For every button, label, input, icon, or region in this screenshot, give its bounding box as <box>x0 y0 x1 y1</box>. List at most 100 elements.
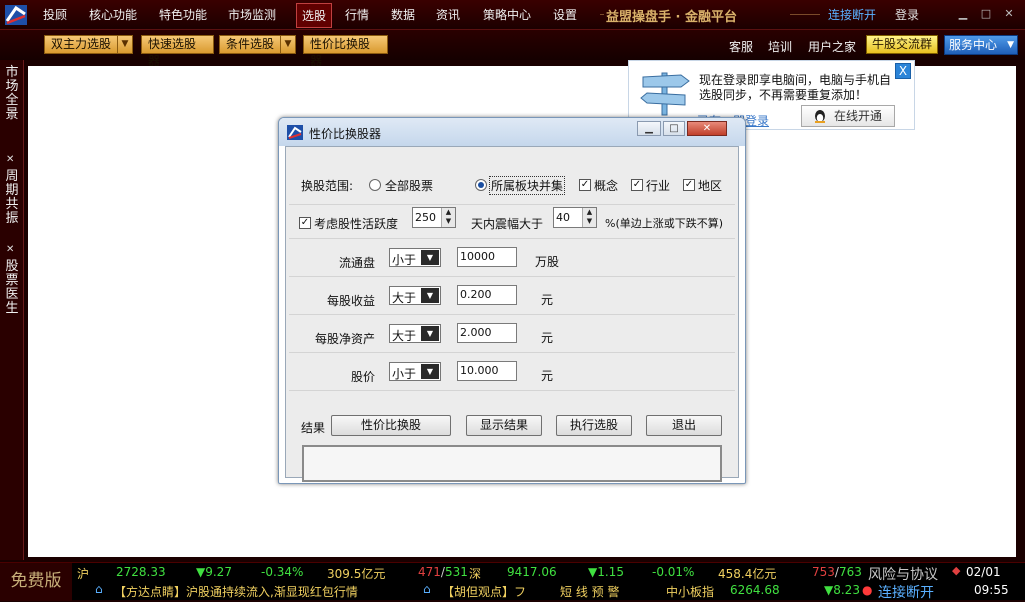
dialog-titlebar[interactable]: 性价比换股器 ▁ □ ✕ <box>279 118 745 146</box>
condition-operator-select[interactable]: 小于 ▼ <box>389 248 441 267</box>
price-ratio-dialog: 性价比换股器 ▁ □ ✕ 换股范围: 全部股票 所属板块并集 ✓ 概念 ✓ 行业… <box>278 117 746 484</box>
price-ratio-button[interactable]: 性价比换股 <box>331 415 451 436</box>
maximize-icon[interactable]: □ <box>663 121 685 136</box>
brand-divider-left <box>600 14 604 15</box>
tab-cycle-resonance[interactable]: 周期共振 <box>2 170 22 232</box>
user-home-link[interactable]: 用户之家 <box>808 38 856 55</box>
condition-operator-select[interactable]: 小于 ▼ <box>389 362 441 381</box>
menu-item-quotes[interactable]: 行情 <box>345 6 369 23</box>
status-time: 09:55 <box>974 583 1009 597</box>
quick-select-button[interactable]: 快速选股器 <box>141 35 214 68</box>
news-ticker-2[interactable]: 【胡但观点】フ <box>442 583 526 600</box>
all-stocks-label[interactable]: 全部股票 <box>385 177 433 194</box>
service-link[interactable]: 客服 <box>729 38 753 55</box>
concept-label[interactable]: 概念 <box>594 177 618 194</box>
maximize-icon[interactable]: □ <box>980 8 992 20</box>
sh-percent: -0.34% <box>261 565 304 579</box>
sh-label: 沪 <box>77 567 90 581</box>
tab-market-panorama[interactable]: 市场全景 <box>2 66 22 128</box>
menu-item-core[interactable]: 核心功能 <box>89 6 137 23</box>
sh-breadth: 471/531 <box>418 565 468 579</box>
chevron-down-icon[interactable]: ▼ <box>421 364 439 379</box>
close-icon[interactable]: ✕ <box>687 121 727 136</box>
app-logo-icon <box>5 5 27 25</box>
execute-select-button[interactable]: 执行选股 <box>556 415 632 436</box>
minimize-icon[interactable]: ▁ <box>957 8 969 20</box>
menu-item-strategy[interactable]: 策略中心 <box>483 6 531 23</box>
activity-days-stepper[interactable]: 250 ▲ ▼ <box>412 207 456 228</box>
condition-label: 每股收益 <box>327 294 376 308</box>
home-icon[interactable]: ⌂ <box>423 582 431 596</box>
industry-label[interactable]: 行业 <box>646 177 670 194</box>
short-term-alert[interactable]: 短 线 预 警 <box>560 583 619 600</box>
consider-activity-label[interactable]: 考虑股性活跃度 <box>314 215 398 232</box>
result-display[interactable] <box>302 445 722 482</box>
amplitude-stepper[interactable]: 40 ▲ ▼ <box>553 207 597 228</box>
service-center-button[interactable]: 服务中心 ▼ <box>944 35 1018 55</box>
sz-change: ▼1.15 <box>588 565 624 579</box>
condition-select-button[interactable]: 条件选股 <box>219 35 281 54</box>
service-center-label: 服务中心 <box>949 38 998 52</box>
menu-item-tougu[interactable]: 投顾 <box>43 6 67 23</box>
app-logo-icon <box>287 125 303 140</box>
chevron-down-icon[interactable]: ▼ <box>421 288 439 303</box>
region-label[interactable]: 地区 <box>698 177 722 194</box>
condition-value-input[interactable]: 10.000 <box>457 361 517 381</box>
news-ticker-1[interactable]: 【方达点睛】沪股通持续流入,渐显现红包行情 <box>114 583 358 600</box>
stepper-arrows-icon[interactable]: ▲ ▼ <box>441 208 455 227</box>
menu-item-data[interactable]: 数据 <box>391 6 415 23</box>
menu-item-feature[interactable]: 特色功能 <box>159 6 207 23</box>
condition-row-eps: 每股收益 大于 ▼ 0.200 元 <box>289 277 735 315</box>
sz-up-count: 753 <box>812 565 835 579</box>
status-bar: 免费版 沪 2728.33 ▼9.27 -0.34% 309.5亿元 471/5… <box>0 562 1025 602</box>
industry-checkbox[interactable]: ✓ <box>631 179 643 191</box>
stock-group-button[interactable]: 牛股交流群 <box>866 35 939 54</box>
amplitude-note: %(单边上涨或下跌不算) <box>605 217 724 230</box>
condition-select-dropdown-icon[interactable]: ▼ <box>280 35 296 54</box>
left-sidebar: 市场全景 ✕ 周期共振 ✕ 股票医生 <box>0 60 24 560</box>
operator-value: 大于 <box>392 291 417 305</box>
connection-status[interactable]: 连接断开 <box>828 6 876 23</box>
free-version-badge[interactable]: 免费版 <box>0 563 72 601</box>
online-open-button[interactable]: 在线开通 <box>801 105 895 127</box>
chevron-down-icon[interactable]: ▼ <box>421 250 439 265</box>
close-icon[interactable]: ✕ <box>1003 8 1015 20</box>
menu-item-settings[interactable]: 设置 <box>553 6 577 23</box>
minimize-icon[interactable]: ▁ <box>637 121 661 136</box>
chevron-down-icon[interactable]: ▼ <box>421 326 439 341</box>
close-icon[interactable]: X <box>895 63 911 79</box>
show-result-button[interactable]: 显示结果 <box>466 415 542 436</box>
all-stocks-radio[interactable] <box>369 179 381 191</box>
close-icon[interactable]: ✕ <box>6 154 14 165</box>
amplitude-label: 天内震幅大于 <box>471 217 544 231</box>
home-icon[interactable]: ⌂ <box>95 582 103 596</box>
sector-union-radio[interactable] <box>475 179 487 191</box>
condition-operator-select[interactable]: 大于 ▼ <box>389 286 441 305</box>
price-ratio-select-button[interactable]: 性价比换股器 <box>303 35 388 68</box>
condition-unit: 元 <box>541 331 554 345</box>
connection-status-footer[interactable]: 连接断开 <box>878 582 934 602</box>
signpost-icon <box>640 72 690 116</box>
main-select-dropdown-icon[interactable]: ▼ <box>117 35 133 54</box>
close-icon[interactable]: ✕ <box>6 244 14 255</box>
condition-unit: 元 <box>541 293 554 307</box>
risk-agreement-link[interactable]: 风险与协议 <box>868 564 938 584</box>
tab-stock-doctor[interactable]: 股票医生 <box>2 260 22 322</box>
exit-button[interactable]: 退出 <box>646 415 722 436</box>
concept-checkbox[interactable]: ✓ <box>579 179 591 191</box>
consider-activity-checkbox[interactable]: ✓ <box>299 217 311 229</box>
condition-operator-select[interactable]: 大于 ▼ <box>389 324 441 343</box>
menu-item-news[interactable]: 资讯 <box>436 6 460 23</box>
menu-item-monitor[interactable]: 市场监测 <box>228 6 276 23</box>
bell-icon[interactable]: ◆ <box>952 564 960 577</box>
menu-item-stock-select[interactable]: 选股 <box>296 3 333 28</box>
region-checkbox[interactable]: ✓ <box>683 179 695 191</box>
condition-value-input[interactable]: 2.000 <box>457 323 517 343</box>
training-link[interactable]: 培训 <box>768 38 792 55</box>
condition-value-input[interactable]: 0.200 <box>457 285 517 305</box>
login-link[interactable]: 登录 <box>895 6 919 23</box>
sector-union-label[interactable]: 所属板块并集 <box>489 176 566 195</box>
main-select-button[interactable]: 双主力选股 <box>44 35 118 54</box>
stepper-arrows-icon[interactable]: ▲ ▼ <box>582 208 596 227</box>
condition-value-input[interactable]: 10000 <box>457 247 517 267</box>
